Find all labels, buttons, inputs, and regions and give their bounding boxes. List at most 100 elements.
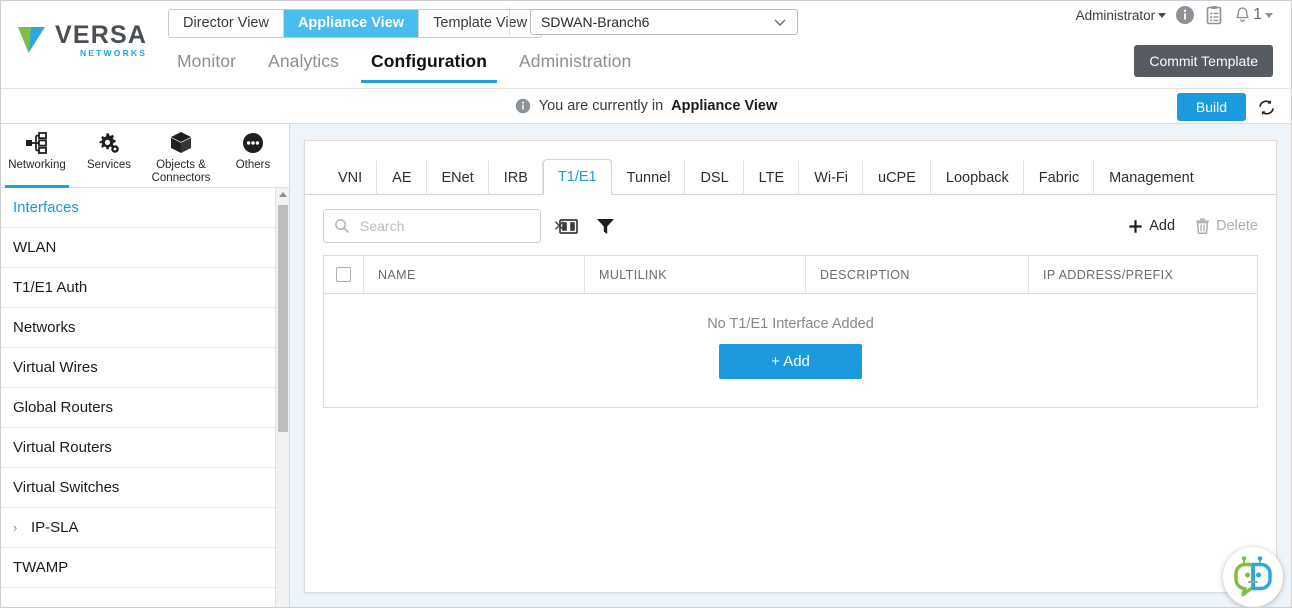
add-button[interactable]: Add — [1128, 218, 1175, 234]
device-selector[interactable]: SDWAN-Branch6 — [530, 9, 798, 35]
tab-vni[interactable]: VNI — [323, 160, 378, 195]
sidebar-item-label: Networks — [13, 319, 76, 336]
versa-logo-mark — [15, 23, 49, 57]
search-input[interactable] — [358, 217, 543, 235]
nav-monitor[interactable]: Monitor — [161, 51, 252, 83]
device-selector-value: SDWAN-Branch6 — [541, 14, 650, 30]
column-header-description[interactable]: DESCRIPTION — [806, 256, 1029, 293]
header-user-area: Administrator 1 — [1076, 5, 1273, 25]
notifications-bell[interactable]: 1 — [1233, 6, 1273, 25]
versa-director-window: VERSA NETWORKS Director View Appliance V… — [0, 0, 1292, 608]
sidebar-category-others[interactable]: Others — [217, 124, 289, 187]
info-icon[interactable] — [1175, 5, 1195, 25]
tab-irb[interactable]: IRB — [489, 160, 543, 195]
empty-state-add-button[interactable]: + Add — [719, 344, 862, 379]
clipboard-tasks-icon[interactable] — [1204, 5, 1224, 25]
sidebar-item-ip-sla[interactable]: › IP-SLA — [1, 508, 289, 548]
tab-management[interactable]: Management — [1094, 160, 1208, 195]
table-toolbar: ✕ — [305, 195, 1276, 255]
tab-ucpe[interactable]: uCPE — [863, 160, 931, 195]
plus-icon — [1129, 219, 1142, 233]
column-header-multilink[interactable]: MULTILINK — [585, 256, 806, 293]
sidebar-item-global-routers[interactable]: Global Routers — [1, 388, 289, 428]
tab-appliance-view[interactable]: Appliance View — [283, 10, 420, 37]
sidebar-item-virtual-wires[interactable]: Virtual Wires — [1, 348, 289, 388]
scroll-up-arrow-icon[interactable] — [279, 192, 287, 197]
tab-director-view[interactable]: Director View — [169, 10, 284, 37]
view-mode-tabs: Director View Appliance View Template Vi… — [168, 9, 543, 38]
others-ellipsis-icon — [241, 130, 265, 156]
tab-loopback[interactable]: Loopback — [931, 160, 1024, 195]
sidebar-item-label: WLAN — [13, 239, 57, 256]
interfaces-table: NAME MULTILINK DESCRIPTION IP ADDRESS/PR… — [323, 255, 1258, 408]
column-header-ip-address-prefix[interactable]: IP ADDRESS/PREFIX — [1029, 256, 1257, 293]
tab-enet[interactable]: ENet — [427, 160, 489, 195]
tab-lte[interactable]: LTE — [744, 160, 800, 195]
nav-administration[interactable]: Administration — [503, 51, 647, 83]
sidebar-item-virtual-switches[interactable]: Virtual Switches — [1, 468, 289, 508]
sidebar-item-label: Interfaces — [13, 199, 79, 216]
select-all-header — [324, 256, 364, 293]
tab-dsl[interactable]: DSL — [685, 160, 744, 195]
left-sidebar: Networking Services Objects & Connectors… — [1, 124, 290, 607]
chevron-right-icon: › — [13, 520, 18, 535]
view-mode-banner: You are currently in Appliance View Buil… — [1, 89, 1291, 124]
tab-t1e1[interactable]: T1/E1 — [542, 159, 612, 195]
sidebar-item-label: Virtual Switches — [13, 479, 120, 496]
page-body: Networking Services Objects & Connectors… — [1, 124, 1291, 607]
add-button-label: Add — [1149, 218, 1176, 234]
brand-name: VERSA — [55, 21, 148, 49]
build-button[interactable]: Build — [1176, 93, 1246, 121]
sidebar-category-label: Services — [86, 159, 132, 171]
header-divider — [509, 7, 510, 35]
empty-state-message: No T1/E1 Interface Added — [707, 316, 874, 332]
sidebar-item-label: IP-SLA — [31, 519, 79, 536]
delete-button-label: Delete — [1216, 218, 1258, 234]
tab-tunnel[interactable]: Tunnel — [612, 160, 686, 195]
search-box[interactable]: ✕ — [323, 209, 566, 243]
sidebar-category-objects-connectors[interactable]: Objects & Connectors — [145, 124, 217, 187]
sidebar-category-label: Objects & Connectors — [151, 159, 211, 185]
refresh-icon[interactable] — [1256, 97, 1277, 118]
sidebar-item-virtual-routers[interactable]: Virtual Routers — [1, 428, 289, 468]
chatbot-launcher[interactable] — [1223, 547, 1283, 607]
sidebar-item-label: Global Routers — [13, 399, 114, 416]
sidebar-scrollbar[interactable] — [275, 188, 289, 607]
sidebar-category-bar: Networking Services Objects & Connectors… — [1, 124, 289, 188]
versa-logo-text: VERSA NETWORKS — [55, 23, 147, 58]
scrollbar-thumb[interactable] — [278, 205, 288, 432]
sidebar-category-services[interactable]: Services — [73, 124, 145, 187]
sidebar-item-label: TWAMP — [13, 559, 69, 576]
filter-icon[interactable] — [596, 217, 615, 235]
sidebar-category-networking[interactable]: Networking — [1, 124, 73, 188]
objects-cube-icon — [170, 130, 192, 156]
banner-emphasis: Appliance View — [671, 98, 778, 114]
sidebar-item-twamp[interactable]: TWAMP — [1, 548, 289, 588]
top-bar: VERSA NETWORKS Director View Appliance V… — [1, 1, 1291, 89]
nav-configuration[interactable]: Configuration — [355, 51, 503, 83]
banner-prefix: You are currently in — [538, 98, 664, 114]
delete-button[interactable]: Delete — [1195, 218, 1258, 234]
sidebar-item-networks[interactable]: Networks — [1, 308, 289, 348]
banner-actions: Build — [1176, 93, 1277, 121]
sidebar-item-interfaces[interactable]: Interfaces — [1, 188, 289, 228]
networking-icon — [25, 130, 49, 156]
select-all-checkbox[interactable] — [336, 267, 351, 282]
column-chooser-icon[interactable] — [559, 218, 578, 235]
commit-template-button[interactable]: Commit Template — [1134, 45, 1273, 77]
sidebar-item-partial[interactable] — [1, 588, 289, 607]
tab-wifi[interactable]: Wi-Fi — [799, 160, 864, 195]
sidebar-item-t1e1-auth[interactable]: T1/E1 Auth — [1, 268, 289, 308]
versa-logo[interactable]: VERSA NETWORKS — [15, 23, 147, 58]
nav-analytics[interactable]: Analytics — [252, 51, 355, 83]
tab-ae[interactable]: AE — [377, 160, 427, 195]
search-icon — [334, 218, 350, 234]
trash-icon — [1196, 218, 1209, 234]
sidebar-item-wlan[interactable]: WLAN — [1, 228, 289, 268]
sidebar-menu-list: Interfaces WLAN T1/E1 Auth Networks Virt… — [1, 188, 289, 607]
tab-template-view[interactable]: Template View — [419, 10, 542, 37]
sidebar-item-label: Virtual Routers — [13, 439, 112, 456]
user-menu[interactable]: Administrator — [1076, 8, 1167, 23]
tab-fabric[interactable]: Fabric — [1024, 160, 1095, 195]
column-header-name[interactable]: NAME — [364, 256, 585, 293]
